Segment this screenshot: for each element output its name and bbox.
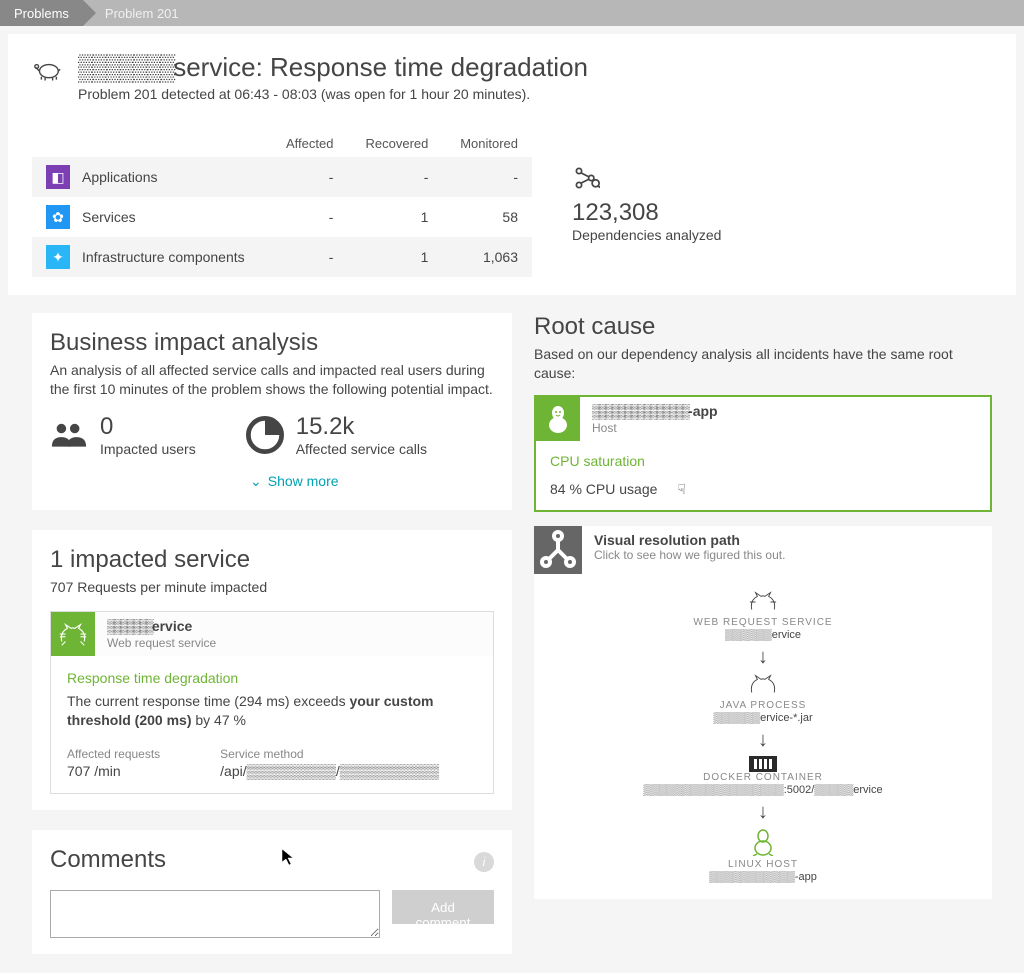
breadcrumb-root[interactable]: Problems <box>0 0 83 26</box>
col-affected: Affected <box>269 130 348 157</box>
vrp-node-container[interactable]: DOCKER CONTAINER ▒▒▒▒▒▒▒▒▒▒▒▒▒▒▒▒▒▒:5002… <box>643 756 882 796</box>
comments-title: Comments <box>50 846 166 874</box>
col-monitored: Monitored <box>442 130 532 157</box>
hand-cursor-icon: ☟ <box>677 481 686 498</box>
vrp-node-service[interactable]: WEB REQUEST SERVICE ▒▒▒▒▒▒ervice <box>693 590 832 641</box>
add-comment-button[interactable]: Add comment <box>392 890 494 924</box>
root-issue: CPU saturation <box>550 453 976 469</box>
breadcrumb: Problems Problem 201 <box>0 0 1024 26</box>
show-more-link[interactable]: ⌄ Show more <box>250 473 494 490</box>
container-icon <box>749 756 777 772</box>
chevron-down-icon: ⌄ <box>250 473 262 490</box>
users-icon <box>50 419 88 451</box>
table-row[interactable]: ✦Infrastructure components - 1 1,063 <box>32 237 532 277</box>
impacted-sub: 707 Requests per minute impacted <box>50 578 494 597</box>
dependencies-analyzed: 123,308 Dependencies analyzed <box>572 164 721 243</box>
root-cause-panel: Root cause Based on our dependency analy… <box>530 313 992 899</box>
dependencies-icon <box>572 164 721 195</box>
root-cause-card[interactable]: ▒▒▒▒▒▒▒▒▒▒▒▒▒▒▒-app Host CPU saturation … <box>534 395 992 512</box>
applications-icon: ◧ <box>46 165 70 189</box>
bia-subtitle: An analysis of all affected service call… <box>50 361 494 399</box>
vrp-title: Visual resolution path <box>594 532 785 548</box>
impacted-users-label: Impacted users <box>100 441 196 457</box>
col-recovered: Recovered <box>347 130 442 157</box>
bia-title: Business impact analysis <box>50 329 494 357</box>
arrow-down-icon: ↓ <box>758 804 768 820</box>
table-row[interactable]: ✿Services - 1 58 <box>32 197 532 237</box>
business-impact-panel: Business impact analysis An analysis of … <box>32 313 512 510</box>
root-host-type: Host <box>592 421 718 435</box>
impacted-users-count: 0 <box>100 413 196 441</box>
service-alert: Response time degradation <box>67 670 477 686</box>
service-description: The current response time (294 ms) excee… <box>67 692 477 731</box>
root-cause-sub: Based on our dependency analysis all inc… <box>534 345 992 383</box>
services-icon: ✿ <box>46 205 70 229</box>
info-icon[interactable]: i <box>474 852 494 872</box>
vrp-node-process[interactable]: JAVA PROCESS ▒▒▒▒▒▒ervice-*.jar <box>713 673 812 724</box>
vrp-node-host[interactable]: LINUX HOST ▒▒▒▒▒▒▒▒▒▒▒-app <box>709 828 817 883</box>
path-icon <box>534 526 582 574</box>
vrp-sub: Click to see how we figured this out. <box>594 548 785 562</box>
service-method-value: /api/▒▒▒▒▒▒▒▒▒/▒▒▒▒▒▒▒▒▒▒ <box>220 763 439 779</box>
tomcat-icon <box>51 612 95 656</box>
visual-resolution-panel[interactable]: Visual resolution path Click to see how … <box>534 526 992 899</box>
service-card[interactable]: ▒▒▒▒▒▒▒ervice Web request service Respon… <box>50 611 494 794</box>
turtle-icon <box>32 58 62 84</box>
arrow-down-icon: ↓ <box>758 649 768 665</box>
infrastructure-icon: ✦ <box>46 245 70 269</box>
service-method-label: Service method <box>220 747 439 761</box>
service-calls-count: 15.2k <box>296 413 427 441</box>
problem-summary-card: ▒▒▒▒▒▒▒service: Response time degradatio… <box>8 34 1016 295</box>
service-calls-icon <box>246 419 284 451</box>
service-name: ▒▒▒▒▒▒▒ervice <box>107 618 216 636</box>
root-host-name: ▒▒▒▒▒▒▒▒▒▒▒▒▒▒▒-app <box>592 403 718 421</box>
comments-panel: Comments i Add comment <box>32 830 512 954</box>
page-title: ▒▒▒▒▒▒▒service: Response time degradatio… <box>78 52 588 84</box>
comment-input[interactable] <box>50 890 380 938</box>
service-type: Web request service <box>107 636 216 650</box>
affected-requests-value: 707 /min <box>67 763 160 779</box>
root-detail: 84 % CPU usage <box>550 481 657 497</box>
root-cause-title: Root cause <box>534 313 992 341</box>
breadcrumb-current: Problem 201 <box>83 0 193 26</box>
table-row[interactable]: ◧Applications - - - <box>32 157 532 197</box>
problem-subtitle: Problem 201 detected at 06:43 - 08:03 (w… <box>78 86 588 102</box>
affected-requests-label: Affected requests <box>67 747 160 761</box>
arrow-down-icon: ↓ <box>758 732 768 748</box>
impact-table: Affected Recovered Monitored ◧Applicatio… <box>32 130 532 277</box>
linux-icon <box>536 397 580 441</box>
impacted-service-panel: 1 impacted service 707 Requests per minu… <box>32 530 512 810</box>
impacted-heading: 1 impacted service <box>50 546 494 574</box>
service-calls-label: Affected service calls <box>296 441 427 457</box>
